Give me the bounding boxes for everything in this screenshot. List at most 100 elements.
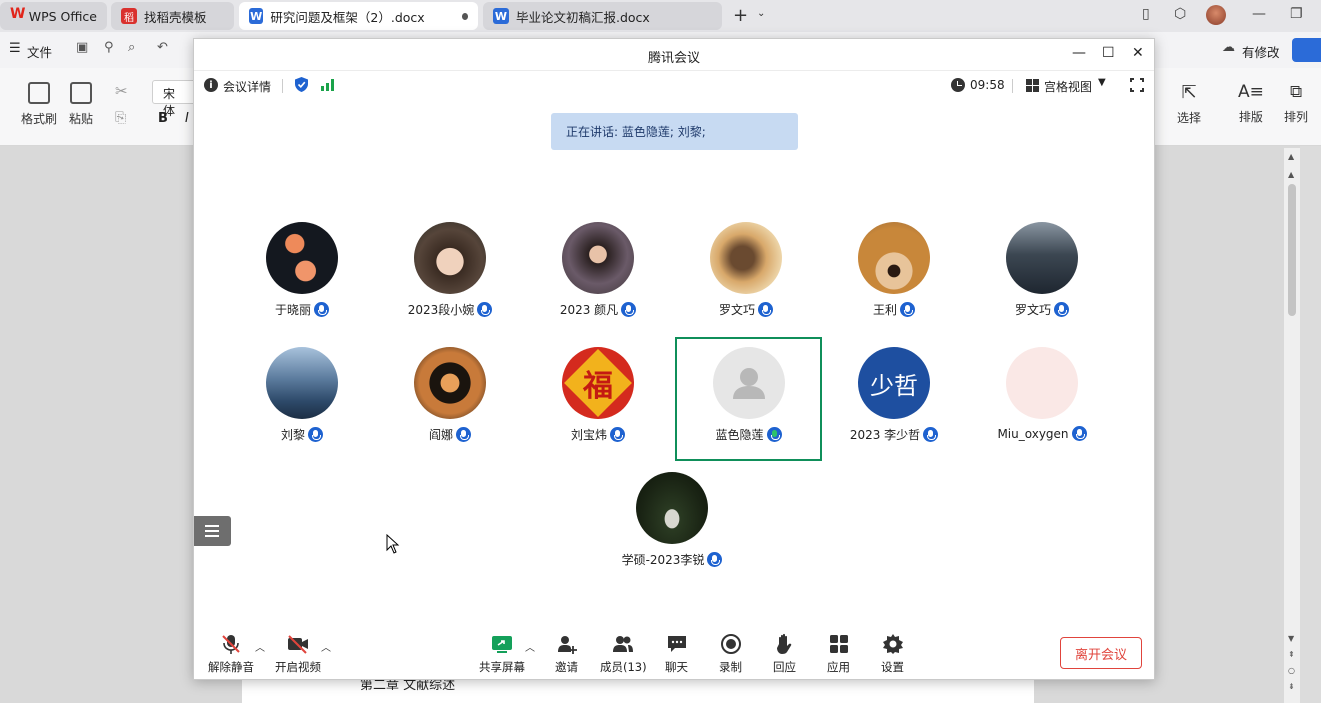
participant-tile[interactable]: 罗文巧: [672, 213, 820, 337]
view-mode-select[interactable]: 宫格视图: [1044, 78, 1092, 95]
layout-label: 排版: [1238, 110, 1263, 124]
participant-tile[interactable]: 于晓丽: [228, 213, 376, 337]
avatar: [710, 222, 782, 294]
chat-button[interactable]: 聊天: [665, 629, 688, 675]
meeting-details-button[interactable]: 会议详情: [223, 78, 271, 95]
participant-name: Miu_oxygen: [997, 426, 1069, 441]
leave-meeting-button[interactable]: 离开会议: [1060, 637, 1142, 669]
participant-tile[interactable]: Miu_oxygen: [968, 338, 1116, 462]
chevron-up-icon[interactable]: ︿: [321, 639, 331, 654]
maximize-icon[interactable]: ☐: [1102, 45, 1115, 61]
tab-thesis-doc[interactable]: W 毕业论文初稿汇报.docx: [483, 2, 722, 30]
arrange-button[interactable]: ⧉ 排列: [1284, 82, 1308, 125]
scrollbar-thumb[interactable]: [1288, 184, 1296, 316]
fullscreen-icon[interactable]: [1129, 77, 1145, 93]
info-icon[interactable]: i: [204, 78, 218, 92]
scroll-up-icon[interactable]: ▲: [1288, 152, 1294, 161]
next-page-icon[interactable]: ⇟: [1288, 682, 1295, 691]
participant-tile-active[interactable]: 蓝色隐莲: [675, 337, 822, 461]
chevron-down-icon[interactable]: ▼: [1098, 77, 1106, 88]
paste-label: 粘贴: [69, 112, 94, 126]
menu-icon[interactable]: ☰: [9, 41, 21, 56]
new-tab-button[interactable]: +: [733, 5, 748, 26]
participant-name: 刘黎: [280, 428, 305, 442]
scroll-up-icon[interactable]: ▲: [1288, 170, 1294, 179]
participant-name-row: 刘黎: [281, 426, 323, 443]
shield-icon[interactable]: [295, 77, 308, 92]
meeting-title-bar: 腾讯会议 — ☐ ✕: [194, 39, 1154, 71]
participant-tile[interactable]: 2023段小婉: [376, 213, 524, 337]
signal-icon[interactable]: [321, 79, 335, 91]
meeting-toolbar: i 会议详情 09:58 宫格视图 ▼: [194, 71, 1154, 99]
participant-tile[interactable]: 刘黎: [228, 338, 376, 462]
close-icon[interactable]: ✕: [1132, 45, 1144, 61]
share-screen-icon: [492, 636, 512, 653]
members-label: 成员(13): [600, 660, 647, 674]
font-family-select[interactable]: 宋体: [152, 80, 196, 118]
participant-tile[interactable]: 2023 颜凡: [524, 213, 672, 337]
scroll-down-icon[interactable]: ▼: [1288, 634, 1294, 643]
format-painter-button[interactable]: 格式刷: [21, 82, 57, 127]
restore-icon[interactable]: ❐: [1290, 6, 1303, 22]
clipboard-icon: [70, 82, 92, 104]
cut-icon[interactable]: ✂: [115, 82, 128, 100]
apps-button[interactable]: 应用: [827, 629, 850, 675]
chat-label: 聊天: [665, 660, 688, 674]
tab-label: 毕业论文初稿汇报.docx: [516, 9, 650, 25]
page-dot-icon[interactable]: ○: [1288, 666, 1295, 675]
participant-tile[interactable]: 学硕-2023李锐: [598, 463, 746, 587]
participant-name-row: 于晓丽: [275, 301, 329, 318]
participant-tile[interactable]: 阎娜: [376, 338, 524, 462]
select-button[interactable]: ⇱ 选择: [1177, 82, 1201, 126]
members-icon: [613, 636, 634, 652]
bold-button[interactable]: B: [158, 111, 168, 126]
modified-status[interactable]: 有修改: [1242, 42, 1280, 61]
prev-page-icon[interactable]: ⇞: [1288, 650, 1295, 659]
file-menu[interactable]: 文件: [27, 42, 52, 61]
cube-icon[interactable]: ⬡: [1174, 6, 1186, 22]
apps-icon: [829, 635, 848, 653]
participant-tile[interactable]: 少哲 2023 李少哲: [820, 338, 968, 462]
participant-name: 罗文巧: [718, 303, 755, 317]
tab-wps-office[interactable]: WPS Office: [0, 2, 107, 30]
participant-tile[interactable]: 王利: [820, 213, 968, 337]
settings-button[interactable]: 设置: [881, 629, 904, 675]
react-button[interactable]: 回应: [773, 629, 796, 675]
participant-tile[interactable]: 罗文巧: [968, 213, 1116, 337]
undo-icon[interactable]: ↶: [157, 40, 168, 55]
participant-name: 罗文巧: [1014, 303, 1051, 317]
arrange-label: 排列: [1284, 110, 1309, 124]
chevron-up-icon[interactable]: ︿: [255, 639, 265, 654]
chevron-up-icon[interactable]: ︿: [525, 639, 535, 654]
participant-name-row: 罗文巧: [1015, 301, 1069, 318]
share-screen-button[interactable]: 共享屏幕: [479, 629, 525, 675]
paste-button[interactable]: 粘贴: [69, 82, 93, 127]
avatar: 少哲: [858, 347, 930, 419]
grid-view-icon[interactable]: [1026, 79, 1039, 92]
minimize-icon[interactable]: —: [1072, 45, 1086, 61]
members-button[interactable]: 成员(13): [600, 629, 647, 675]
chevron-down-icon[interactable]: ⌄: [757, 8, 765, 19]
tab-template[interactable]: 稻 找稻壳模板: [111, 2, 234, 30]
italic-button[interactable]: I: [185, 111, 189, 126]
unmute-button[interactable]: 解除静音: [208, 629, 254, 675]
minimize-icon[interactable]: —: [1252, 6, 1266, 22]
share-button[interactable]: [1292, 38, 1321, 62]
participant-tile[interactable]: 福 刘宝炜: [524, 338, 672, 462]
layout-button[interactable]: A≡ 排版: [1238, 82, 1264, 125]
start-video-button[interactable]: 开启视频: [275, 629, 321, 675]
copy-icon[interactable]: ⎘: [115, 110, 126, 126]
save-icon[interactable]: ▣: [76, 40, 88, 55]
invite-button[interactable]: 邀请: [555, 629, 578, 675]
record-button[interactable]: 录制: [719, 629, 742, 675]
user-avatar[interactable]: [1206, 5, 1226, 25]
link-icon[interactable]: ⚲: [104, 40, 114, 55]
avatar: [414, 347, 486, 419]
participant-list-toggle[interactable]: [194, 516, 231, 546]
preview-icon[interactable]: ⌕: [128, 40, 135, 55]
avatar: [1006, 347, 1078, 419]
mic-icon: [758, 302, 773, 317]
tab-research-doc[interactable]: W 研究问题及框架（2）.docx: [239, 2, 478, 30]
sidebar-icon[interactable]: ▯: [1142, 6, 1150, 22]
mic-icon: [308, 427, 323, 442]
